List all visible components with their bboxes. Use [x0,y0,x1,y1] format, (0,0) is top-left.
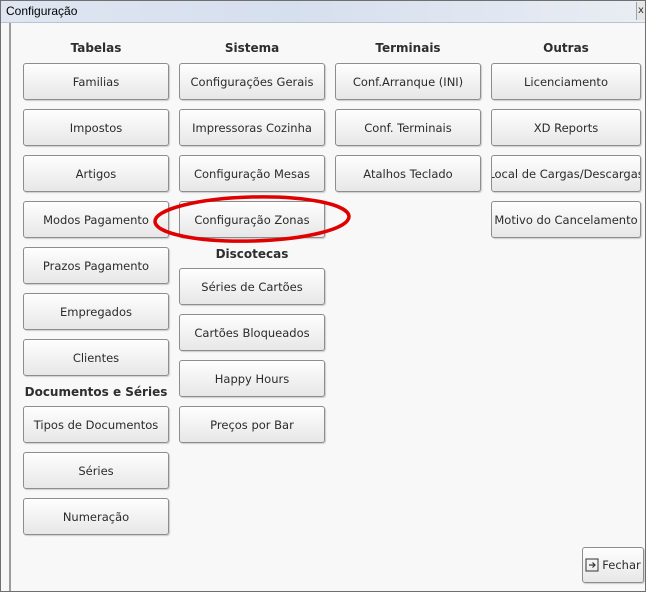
button-conf-terminais[interactable]: Conf. Terminais [335,109,481,146]
button-xd-reports[interactable]: XD Reports [491,109,641,146]
button-clientes[interactable]: Clientes [23,339,169,376]
window-title: Configuração [6,4,78,18]
button-configuracao-mesas[interactable]: Configuração Mesas [179,155,325,192]
button-tipos-documentos[interactable]: Tipos de Documentos [23,406,169,443]
button-impostos[interactable]: Impostos [23,109,169,146]
heading-discotecas: Discotecas [215,247,289,261]
button-configuracao-zonas[interactable]: Configuração Zonas [179,201,325,238]
button-licenciamento[interactable]: Licenciamento [491,63,641,100]
button-cartoes-bloqueados[interactable]: Cartões Bloqueados [179,314,325,351]
button-prazos-pagamento[interactable]: Prazos Pagamento [23,247,169,284]
button-modos-pagamento[interactable]: Modos Pagamento [23,201,169,238]
heading-terminais: Terminais [375,41,441,55]
heading-sistema: Sistema [224,41,280,55]
button-conf-arranque[interactable]: Conf.Arranque (INI) [335,63,481,100]
close-button-label: Fechar [602,558,641,572]
button-impressoras-cozinha[interactable]: Impressoras Cozinha [179,109,325,146]
button-local-cargas-descargas[interactable]: Local de Cargas/Descargas [491,155,641,192]
exit-icon [585,558,599,572]
heading-outras: Outras [543,41,589,55]
button-precos-por-bar[interactable]: Preços por Bar [179,406,325,443]
button-motivo-cancelamento[interactable]: Motivo do Cancelamento [491,201,641,238]
button-numeracao[interactable]: Numeração [23,498,169,535]
button-series[interactable]: Séries [23,452,169,489]
button-configuracoes-gerais[interactable]: Configurações Gerais [179,63,325,100]
button-empregados[interactable]: Empregados [23,293,169,330]
heading-tabelas: Tabelas [70,41,122,55]
title-bar: Configuração x [1,1,645,23]
button-happy-hours[interactable]: Happy Hours [179,360,325,397]
button-series-cartoes[interactable]: Séries de Cartões [179,268,325,305]
configuracao-window: Configuração x Tabelas Sistema Terminais… [0,0,646,592]
close-window-button[interactable]: x [636,2,645,20]
button-artigos[interactable]: Artigos [23,155,169,192]
button-atalhos-teclado[interactable]: Atalhos Teclado [335,155,481,192]
close-button[interactable]: Fechar [582,547,644,583]
heading-documentos-series: Documentos e Séries [24,385,168,399]
button-familias[interactable]: Familias [23,63,169,100]
